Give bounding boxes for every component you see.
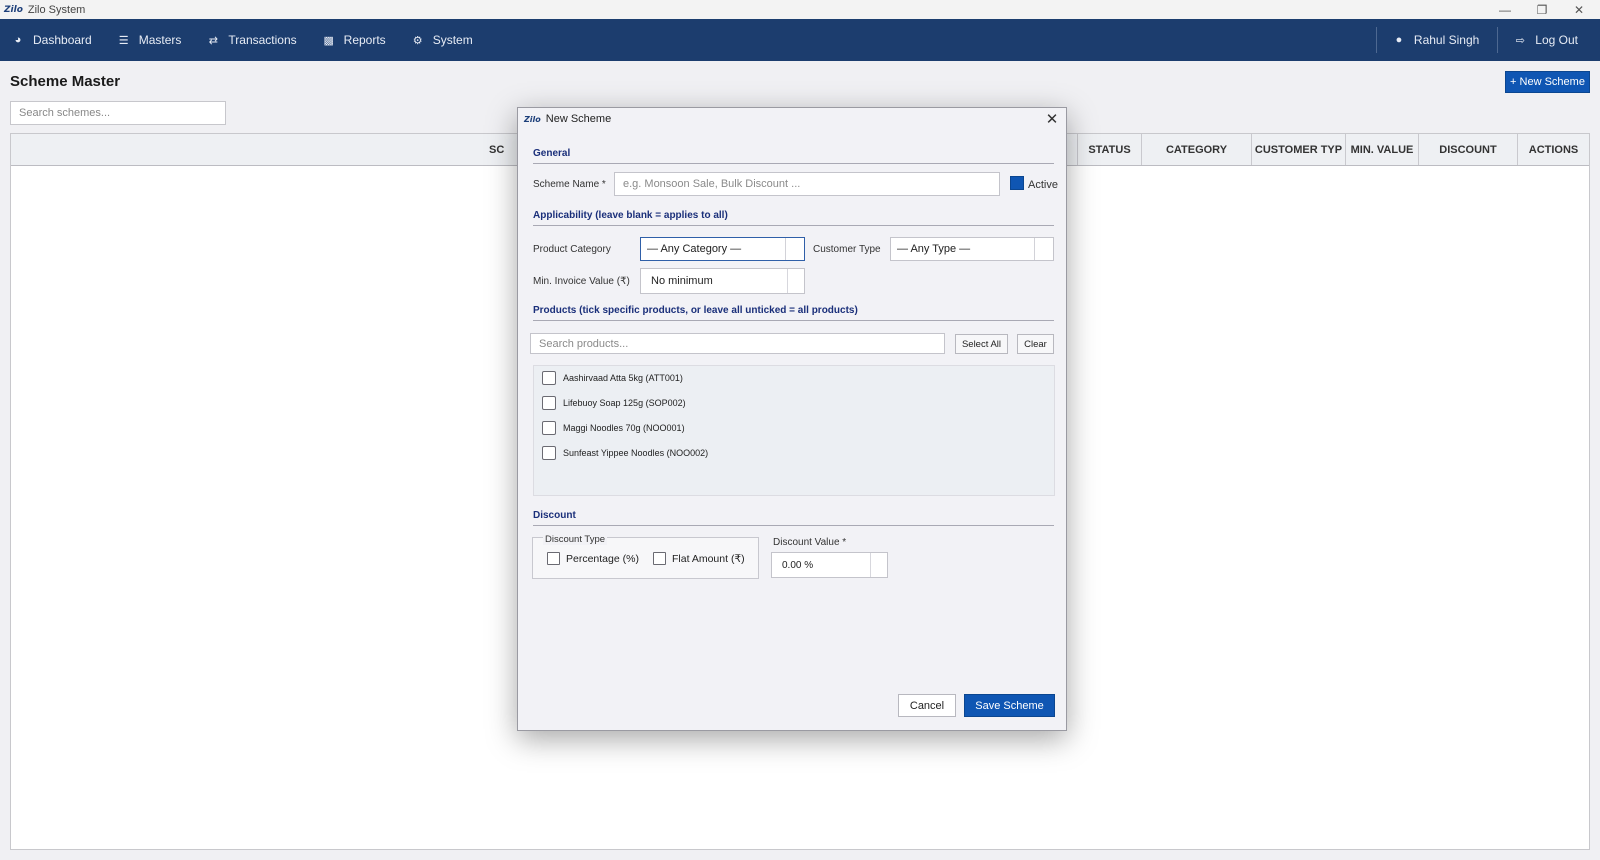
column-header[interactable]: STATUS bbox=[1077, 134, 1141, 165]
minimize-icon[interactable]: — bbox=[1486, 0, 1524, 19]
scheme-name-input[interactable] bbox=[614, 172, 1000, 196]
product-label: Maggi Noodles 70g (NOO001) bbox=[563, 423, 685, 433]
section-general: General bbox=[533, 148, 1054, 164]
main-nav: ◕ Dashboard ☰ Masters ⇄ Transactions ▩ R… bbox=[0, 19, 1600, 61]
discount-type-label: Discount Type bbox=[543, 534, 608, 545]
column-header[interactable]: MIN. VALUE bbox=[1345, 134, 1418, 165]
product-category-select[interactable]: — Any Category — bbox=[640, 237, 805, 261]
scheme-name-label: Scheme Name * bbox=[533, 179, 606, 190]
dashboard-icon: ◕ bbox=[14, 34, 22, 46]
scheme-search-input[interactable] bbox=[10, 101, 226, 125]
new-scheme-dialog: Zilo New Scheme ✕ General Scheme Name * … bbox=[517, 107, 1067, 731]
spinner-arrows-icon[interactable] bbox=[870, 553, 887, 577]
nav-label: Dashboard bbox=[33, 33, 92, 47]
product-checkbox[interactable] bbox=[542, 421, 556, 435]
dialog-logo: Zilo bbox=[524, 114, 541, 124]
product-category-label: Product Category bbox=[533, 244, 611, 255]
logout-button[interactable]: ⇨ Log Out bbox=[1502, 19, 1600, 61]
bar-chart-icon: ▩ bbox=[323, 34, 334, 47]
close-icon[interactable]: ✕ bbox=[1560, 0, 1598, 19]
percentage-checkbox[interactable] bbox=[547, 552, 560, 565]
window-titlebar: Zilo Zilo System — ❐ ✕ bbox=[0, 0, 1600, 19]
customer-type-label: Customer Type bbox=[813, 244, 881, 255]
product-label: Lifebuoy Soap 125g (SOP002) bbox=[563, 398, 686, 408]
dialog-header: Zilo New Scheme ✕ bbox=[518, 108, 1066, 130]
spinner-arrows-icon[interactable] bbox=[787, 269, 804, 293]
percentage-label: Percentage (%) bbox=[566, 552, 639, 565]
section-discount: Discount bbox=[533, 510, 1054, 526]
product-checkbox[interactable] bbox=[542, 396, 556, 410]
discount-value: 0.00 % bbox=[782, 559, 814, 571]
nav-masters[interactable]: ☰ Masters bbox=[106, 19, 196, 61]
active-checkbox[interactable] bbox=[1010, 176, 1024, 190]
select-all-button[interactable]: Select All bbox=[955, 334, 1008, 354]
product-checkbox[interactable] bbox=[542, 371, 556, 385]
logout-label: Log Out bbox=[1535, 33, 1578, 47]
nav-transactions[interactable]: ⇄ Transactions bbox=[195, 19, 310, 61]
clear-button[interactable]: Clear bbox=[1017, 334, 1054, 354]
new-scheme-button[interactable]: + New Scheme bbox=[1505, 71, 1590, 93]
discount-value-label: Discount Value * bbox=[773, 537, 847, 548]
min-invoice-label: Min. Invoice Value (₹) bbox=[533, 276, 630, 287]
column-header[interactable]: CUSTOMER TYP bbox=[1251, 134, 1345, 165]
section-applicability: Applicability (leave blank = applies to … bbox=[533, 210, 1054, 226]
flat-amount-checkbox[interactable] bbox=[653, 552, 666, 565]
customer-type-value: — Any Type — bbox=[897, 243, 971, 255]
nav-dashboard[interactable]: ◕ Dashboard bbox=[0, 19, 106, 61]
logout-icon: ⇨ bbox=[1515, 34, 1525, 47]
swap-arrows-icon: ⇄ bbox=[208, 34, 219, 47]
chevron-down-icon bbox=[1034, 238, 1053, 260]
product-category-value: — Any Category — bbox=[647, 243, 742, 255]
nav-reports[interactable]: ▩ Reports bbox=[311, 19, 400, 61]
user-name: Rahul Singh bbox=[1413, 33, 1480, 47]
product-list: Aashirvaad Atta 5kg (ATT001) Lifebuoy So… bbox=[533, 365, 1055, 496]
nav-label: Transactions bbox=[228, 33, 297, 47]
nav-user-area: ● Rahul Singh ⇨ Log Out bbox=[1372, 19, 1600, 61]
database-icon: ☰ bbox=[118, 34, 129, 47]
nav-system[interactable]: ⚙ System bbox=[400, 19, 487, 61]
list-item[interactable]: Aashirvaad Atta 5kg (ATT001) bbox=[542, 371, 683, 385]
chevron-down-icon bbox=[785, 238, 804, 260]
nav-label: Reports bbox=[343, 33, 386, 47]
product-label: Aashirvaad Atta 5kg (ATT001) bbox=[563, 373, 683, 383]
flat-amount-label: Flat Amount (₹) bbox=[672, 552, 745, 565]
product-label: Sunfeast Yippee Noodles (NOO002) bbox=[563, 448, 709, 458]
discount-type-group: Discount Type Percentage (%) Flat Amount… bbox=[532, 534, 759, 579]
min-invoice-value: No minimum bbox=[651, 275, 713, 287]
restore-icon[interactable]: ❐ bbox=[1523, 0, 1561, 19]
gear-icon: ⚙ bbox=[412, 34, 423, 47]
close-icon[interactable]: ✕ bbox=[1043, 110, 1061, 128]
nav-label: Masters bbox=[138, 33, 182, 47]
cancel-button[interactable]: Cancel bbox=[898, 694, 956, 717]
product-search-input[interactable] bbox=[530, 333, 945, 354]
min-invoice-spinbox[interactable]: No minimum bbox=[640, 268, 805, 294]
active-label: Active bbox=[1028, 179, 1058, 191]
user-icon: ● bbox=[1395, 34, 1403, 46]
nav-label: System bbox=[432, 33, 473, 47]
flat-amount-option[interactable]: Flat Amount (₹) bbox=[653, 552, 745, 565]
section-products: Products (tick specific products, or lea… bbox=[533, 305, 1054, 321]
column-header[interactable]: CATEGORY bbox=[1141, 134, 1251, 165]
discount-value-spinbox[interactable]: 0.00 % bbox=[771, 552, 888, 578]
page-title: Scheme Master bbox=[10, 73, 121, 90]
window-title: Zilo System bbox=[27, 3, 86, 16]
list-item[interactable]: Maggi Noodles 70g (NOO001) bbox=[542, 421, 685, 435]
save-scheme-button[interactable]: Save Scheme bbox=[964, 694, 1055, 717]
user-menu[interactable]: ● Rahul Singh bbox=[1381, 19, 1493, 61]
percentage-option[interactable]: Percentage (%) bbox=[547, 552, 639, 565]
column-header[interactable]: ACTIONS bbox=[1517, 134, 1589, 165]
customer-type-select[interactable]: — Any Type — bbox=[890, 237, 1054, 261]
product-checkbox[interactable] bbox=[542, 446, 556, 460]
list-item[interactable]: Lifebuoy Soap 125g (SOP002) bbox=[542, 396, 686, 410]
dialog-title: New Scheme bbox=[545, 113, 612, 125]
column-header[interactable]: DISCOUNT bbox=[1418, 134, 1517, 165]
nav-divider bbox=[1497, 27, 1499, 53]
app-logo: Zilo bbox=[4, 4, 23, 15]
nav-divider bbox=[1375, 27, 1377, 53]
list-item[interactable]: Sunfeast Yippee Noodles (NOO002) bbox=[542, 446, 708, 460]
